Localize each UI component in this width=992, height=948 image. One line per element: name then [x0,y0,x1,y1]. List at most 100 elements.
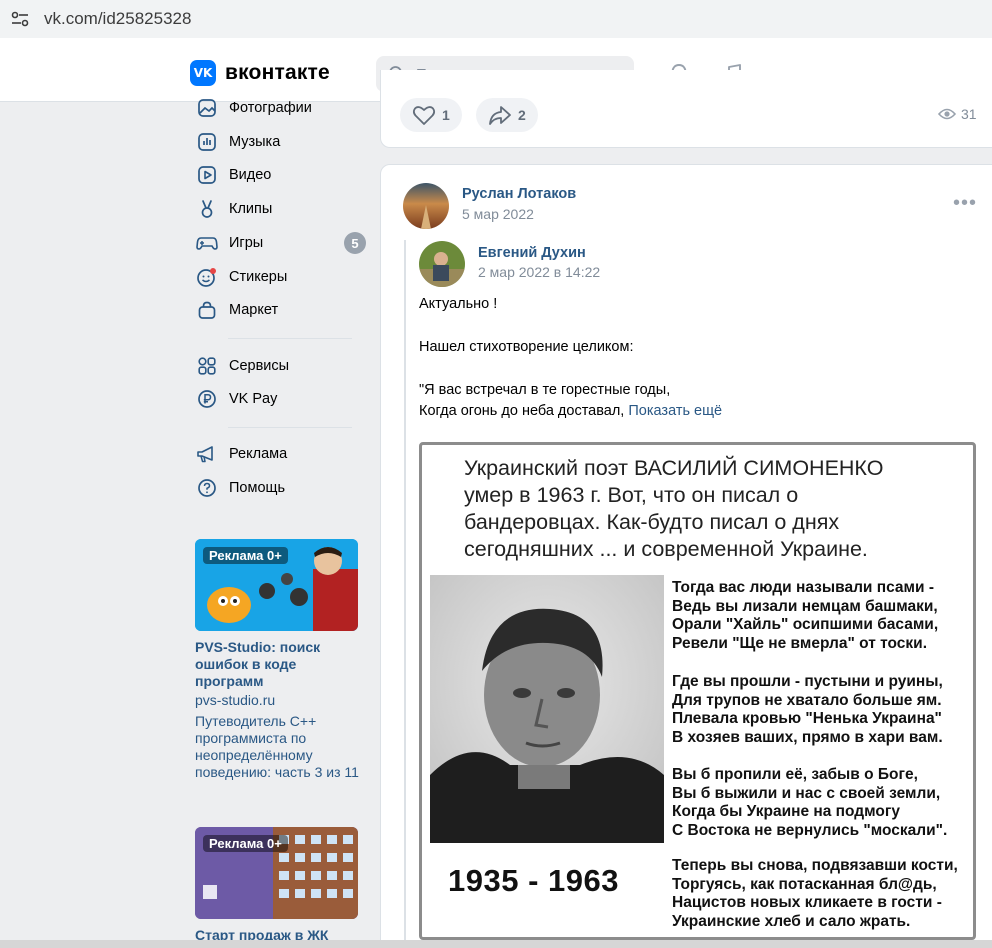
ads-megaphone-icon [196,443,218,465]
vk-logo-text: вконтакте [225,61,330,84]
ad-label-badge: Реклама 0+ [203,835,288,852]
vk-logo[interactable]: VK вконтакте [190,60,330,86]
repost-divider-line [404,240,406,940]
ad-domain[interactable]: pvs-studio.ru [195,692,360,709]
sidebar-item-label: Игры [229,235,264,251]
poster-verse-line: Нацистов новых кликаете в гости - [672,894,942,911]
help-icon [196,477,218,499]
heart-icon [412,106,436,125]
like-count: 1 [442,107,450,123]
poster-headline-line: Украинский поэт ВАСИЛИЙ СИМОНЕНКО [464,456,884,480]
show-more-link[interactable]: Показать ещё [628,403,722,419]
sidebar-ad-real-estate[interactable]: Реклама 0+ Старт продаж в ЖК [195,827,360,944]
browser-address-bar[interactable]: vk.com/id25825328 [0,0,992,38]
poster-verse-line: Вы б пропили её, забыв о Боге, [672,766,918,783]
sidebar-item-help[interactable]: Помощь [190,473,370,503]
sidebar-divider [228,427,352,428]
eye-icon [938,108,956,120]
sidebar-item-label: Реклама [229,446,288,462]
poster-verse-line: Где вы прошли - пустыни и руины, [672,673,943,690]
repost-author-name[interactable]: Евгений Духин [478,245,586,261]
post-text-line: Актуально ! [419,296,498,312]
poster-headline: Украинский поэт ВАСИЛИЙ СИМОНЕНКО умер в… [464,455,883,563]
poster-verse-line: Для трупов не хватало больше ям. [672,691,942,709]
post-date[interactable]: 5 мар 2022 [462,206,534,222]
post-author-name[interactable]: Руслан Лотаков [462,186,576,202]
poster-headline-line: умер в 1963 г. Вот, что он писал о [464,483,799,507]
sidebar-item-clips[interactable]: Клипы [190,194,370,224]
sidebar-item-stickers[interactable]: Стикеры [190,262,370,292]
photos-icon [196,97,218,119]
poster-verse-line: Орали "Хайль" осипшими басами, [672,616,939,633]
views-counter: 31 [938,106,977,122]
poet-portrait-photo [430,575,664,843]
vk-logo-icon: VK [190,60,216,86]
stickers-icon [196,266,218,288]
games-icon [196,232,218,254]
horizontal-scrollbar[interactable] [0,940,992,948]
music-icon [196,131,218,153]
sidebar-item-label: Видео [229,167,272,183]
ad-description[interactable]: Путеводитель C++ программиста по неопред… [195,713,360,781]
ad-image[interactable]: Реклама 0+ [195,827,358,919]
sidebar-item-services[interactable]: Сервисы [190,351,370,381]
repost-date[interactable]: 2 мар 2022 в 14:22 [478,264,600,280]
poster-verse-line: Вы б выжили и нас с своей земли, [672,784,941,802]
post-text-line: Нашел стихотворение целиком: [419,339,634,355]
post-author-avatar[interactable] [403,183,449,229]
poster-headline-line: сегодняшних ... и современной Украине. [464,537,868,561]
ad-image[interactable]: Реклама 0+ [195,539,358,631]
post-more-options-icon[interactable]: ••• [953,192,977,215]
poster-verse-line: Ведь вы лизали немцам башмаки, [672,597,938,615]
post-text-line: Когда огонь до неба доставал, [419,403,625,419]
repost-author-avatar[interactable] [419,241,465,287]
poster-verse-line: В хозяев ваших, прямо в хари вам. [672,728,943,746]
poster-verse-line: Торгуясь, как потасканная бл@дь, [672,875,937,893]
previous-post-footer: 1 2 31 [380,70,992,148]
sidebar-divider [228,338,352,339]
sidebar-item-market[interactable]: Маркет [190,295,370,325]
sidebar-item-label: Стикеры [229,269,288,285]
poster-years: 1935 - 1963 [448,863,619,898]
sidebar-item-label: Клипы [229,201,273,217]
poster-verse-line: Плевала кровью "Ненька Украина" [672,710,942,727]
video-icon [196,164,218,186]
sidebar-item-games[interactable]: Игры 5 [190,228,370,258]
share-count: 2 [518,107,526,123]
poster-verse-line: Теперь вы снова, подвязавши кости, [672,857,958,874]
poster-verse-line: Ревели "Ще не вмерла" от тоски. [672,634,928,652]
post-text-line: "Я вас встречал в те горестные годы, [419,382,671,398]
like-button[interactable]: 1 [400,98,462,132]
poster-stanza: Тогда вас люди называли псами - Ведь вы … [672,579,938,653]
post-attached-image[interactable]: Украинский поэт ВАСИЛИЙ СИМОНЕНКО умер в… [419,442,976,940]
sidebar-item-label: Маркет [229,302,279,318]
sidebar-item-music[interactable]: Музыка [190,127,370,157]
games-count-badge: 5 [344,232,366,254]
market-icon [196,299,218,321]
poster-headline-line: бандеровцах. Как-будто писал о днях [464,510,840,534]
services-icon [196,355,218,377]
poster-verse-line: С Востока не вернулись "москали". [672,821,948,839]
sidebar-item-video[interactable]: Видео [190,160,370,190]
poster-verse-line: Украинские хлеб и сало жрать. [672,912,911,930]
url-text[interactable]: vk.com/id25825328 [44,9,191,29]
ad-title[interactable]: PVS-Studio: поиск ошибок в коде программ [195,639,360,690]
vkpay-icon [196,388,218,410]
sidebar-item-ads[interactable]: Реклама [190,439,370,469]
sidebar-item-label: Помощь [229,480,286,496]
sidebar-item-photos[interactable]: Фотографии [190,93,370,123]
poster-stanza: Где вы прошли - пустыни и руины, Для тру… [672,673,943,747]
poster-verse-line: Когда бы Украине на подмогу [672,803,900,820]
sidebar-ad-pvs-studio[interactable]: Реклама 0+ PVS-Studio: поиск ошибок в ко… [195,539,360,781]
poster-verse-line: Тогда вас люди называли псами - [672,579,935,596]
sidebar-item-vkpay[interactable]: VK Pay [190,384,370,414]
site-settings-icon[interactable] [10,9,30,29]
sidebar-item-label: VK Pay [229,391,278,407]
sidebar-item-label: Сервисы [229,358,290,374]
share-arrow-icon [489,106,511,125]
ad-label-badge: Реклама 0+ [203,547,288,564]
share-button[interactable]: 2 [476,98,538,132]
clips-icon [196,198,218,220]
post-text-last-line: Когда огонь до неба доставал, Показать е… [419,401,722,422]
sidebar-item-label: Музыка [229,134,281,150]
